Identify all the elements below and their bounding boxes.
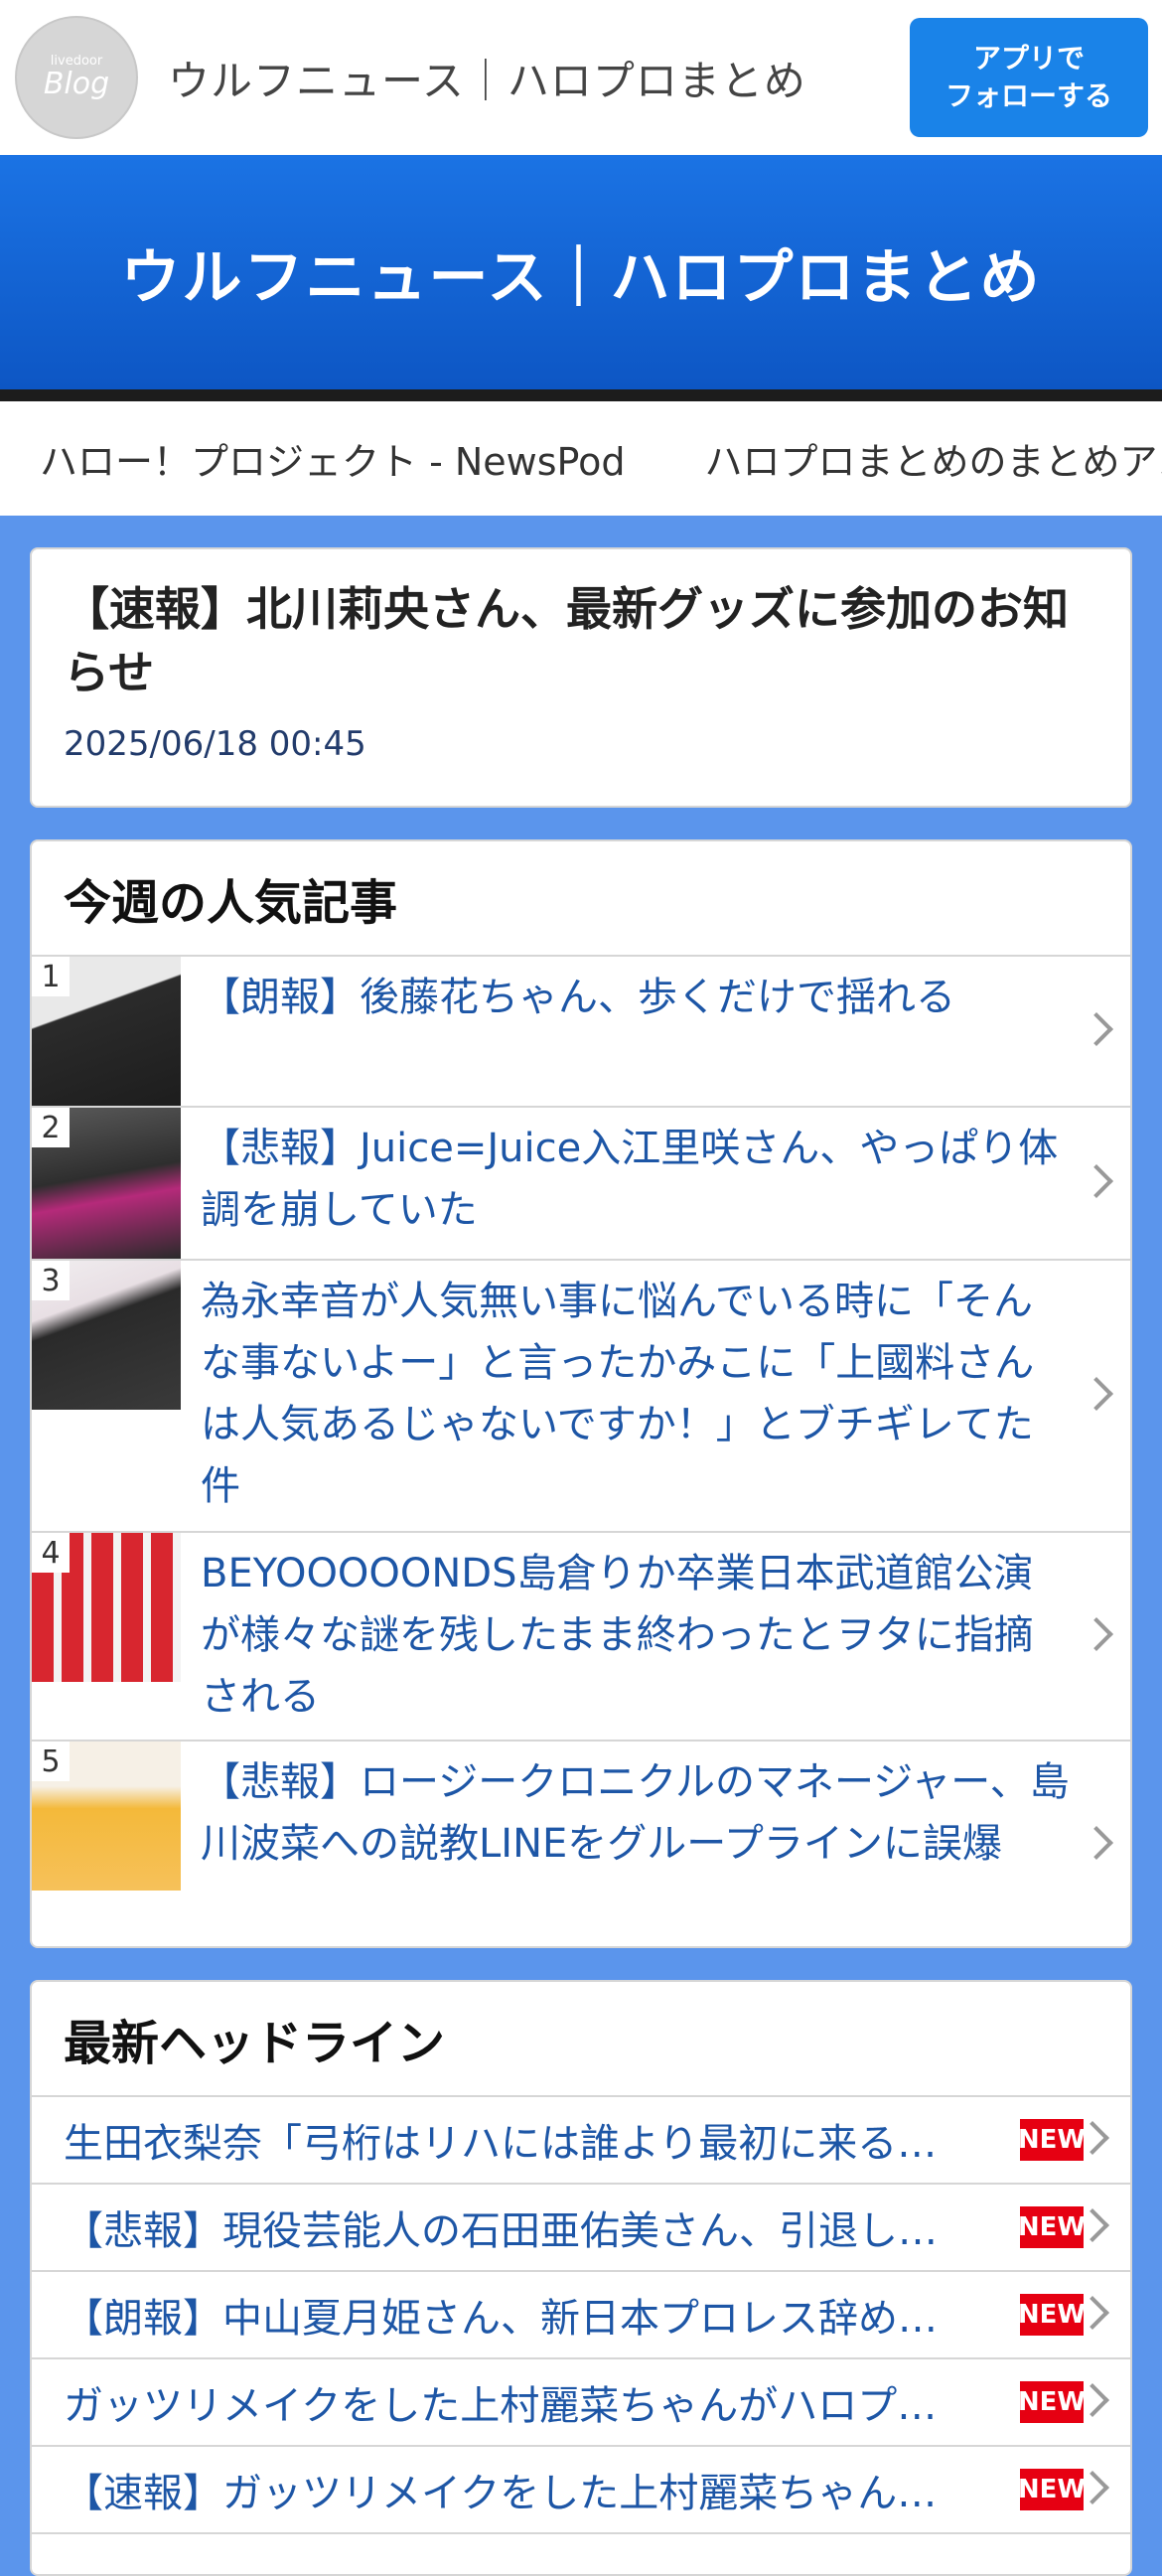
- rank-number: 4: [32, 1533, 70, 1573]
- article-thumbnail: 5: [32, 1742, 181, 1891]
- headline-title: 生田衣梨奈「弓桁はリハには誰より最初に来る…: [64, 2121, 938, 2167]
- popular-item-title: 【朗報】後藤花ちゃん、歩くだけで揺れる: [201, 975, 955, 1020]
- link-strip: ハロー！プロジェクト - NewsPod ハロプロまとめのまとめアンテナ: [0, 401, 1162, 516]
- top-bar: livedoor Blog ウルフニュース｜ハロプロまとめ アプリで フォローす…: [0, 0, 1162, 155]
- livedoor-blog-logo[interactable]: livedoor Blog: [15, 16, 138, 139]
- popular-item[interactable]: 3 為永幸音が人気無い事に悩んでいる時に「そんな事ないよー」と言ったかみこに「上…: [32, 1261, 1130, 1533]
- headline-title: 【速報】ガッツリメイクをした上村麗菜ちゃん…: [64, 2471, 938, 2516]
- popular-item[interactable]: 2 【悲報】Juice=Juice入江里咲さん、やっぱり体調を崩していた: [32, 1108, 1130, 1261]
- article-card: 【速報】北川莉央さん、最新グッズに参加のお知らせ 2025/06/18 00:4…: [30, 547, 1132, 808]
- popular-item[interactable]: 5 【悲報】ロージークロニクルのマネージャー、島川波菜への説教LINEをグループ…: [32, 1742, 1130, 1946]
- follow-line-2: フォローする: [944, 79, 1112, 112]
- new-badge: NEW: [1018, 2206, 1086, 2248]
- headline-item[interactable]: 生田衣梨奈「弓桁はリハには誰より最初に来る… NEW: [32, 2097, 1130, 2185]
- headline-title: 【朗報】中山夏月姫さん、新日本プロレス辞め…: [64, 2296, 938, 2342]
- follow-line-1: アプリで: [972, 42, 1085, 75]
- popular-heading: 今週の人気記事: [32, 841, 1130, 957]
- popular-item[interactable]: 4 BEYOOOOONDS島倉りか卒業日本武道館公演が様々な謎を残したまま終わっ…: [32, 1533, 1130, 1742]
- follow-app-button[interactable]: アプリで フォローする: [910, 18, 1148, 137]
- new-badge: NEW: [1018, 2119, 1086, 2161]
- headline-item[interactable]: 【朗報】中山夏月姫さん、新日本プロレス辞め… NEW: [32, 2272, 1130, 2359]
- headline-item[interactable]: 【悲報】現役芸能人の石田亜佑美さん、引退し… NEW: [32, 2185, 1130, 2272]
- popular-item-title: 【悲報】Juice=Juice入江里咲さん、やっぱり体調を崩していた: [201, 1126, 1059, 1233]
- article-title[interactable]: 【速報】北川莉央さん、最新グッズに参加のお知らせ: [64, 577, 1098, 704]
- rank-number: 2: [32, 1108, 70, 1147]
- rank-number: 3: [32, 1261, 70, 1300]
- article-thumbnail: 1: [32, 957, 181, 1106]
- headline-item[interactable]: 【速報】ガッツリメイクをした上村麗菜ちゃん… NEW: [32, 2447, 1130, 2534]
- popular-item-title: BEYOOOOONDS島倉りか卒業日本武道館公演が様々な謎を残したまま終わったと…: [201, 1551, 1034, 1720]
- popular-item[interactable]: 1 【朗報】後藤花ちゃん、歩くだけで揺れる: [32, 957, 1130, 1108]
- new-badge: NEW: [1018, 2381, 1086, 2423]
- rank-number: 1: [32, 957, 70, 996]
- logo-big-text: Blog: [43, 67, 110, 101]
- headline-title: 【悲報】現役芸能人の石田亜佑美さん、引退し…: [64, 2208, 938, 2254]
- link-item[interactable]: ハロー！プロジェクト - NewsPod: [40, 431, 625, 486]
- link-item[interactable]: ハロプロまとめのまとめアンテナ: [704, 431, 1162, 486]
- popular-item-title: 【悲報】ロージークロニクルのマネージャー、島川波菜への説教LINEをグループライ…: [201, 1759, 1070, 1867]
- headlines-heading: 最新ヘッドライン: [32, 1982, 1130, 2097]
- site-name[interactable]: ウルフニュース｜ハロプロまとめ: [168, 48, 806, 108]
- headline-item[interactable]: ガッツリメイクをした上村麗菜ちゃんがハロプ… NEW: [32, 2359, 1130, 2447]
- new-badge: NEW: [1018, 2294, 1086, 2336]
- article-thumbnail: 4: [32, 1533, 181, 1682]
- rank-number: 5: [32, 1742, 70, 1781]
- article-date: 2025/06/18 00:45: [64, 724, 366, 764]
- article-thumbnail: 2: [32, 1108, 181, 1259]
- headline-title: ガッツリメイクをした上村麗菜ちゃんがハロプ…: [64, 2383, 938, 2429]
- popular-item-title: 為永幸音が人気無い事に悩んでいる時に「そんな事ないよー」と言ったかみこに「上國料…: [201, 1279, 1035, 1509]
- new-badge: NEW: [1018, 2469, 1086, 2510]
- article-thumbnail: 3: [32, 1261, 181, 1410]
- latest-headlines: 最新ヘッドライン 生田衣梨奈「弓桁はリハには誰より最初に来る… NEW 【悲報】…: [30, 1980, 1132, 2576]
- banner-title: ウルフニュース｜ハロプロまとめ: [120, 242, 1042, 313]
- popular-articles: 今週の人気記事 1 【朗報】後藤花ちゃん、歩くだけで揺れる 2 【悲報】Juic…: [30, 839, 1132, 1948]
- blog-banner[interactable]: ウルフニュース｜ハロプロまとめ: [0, 155, 1162, 401]
